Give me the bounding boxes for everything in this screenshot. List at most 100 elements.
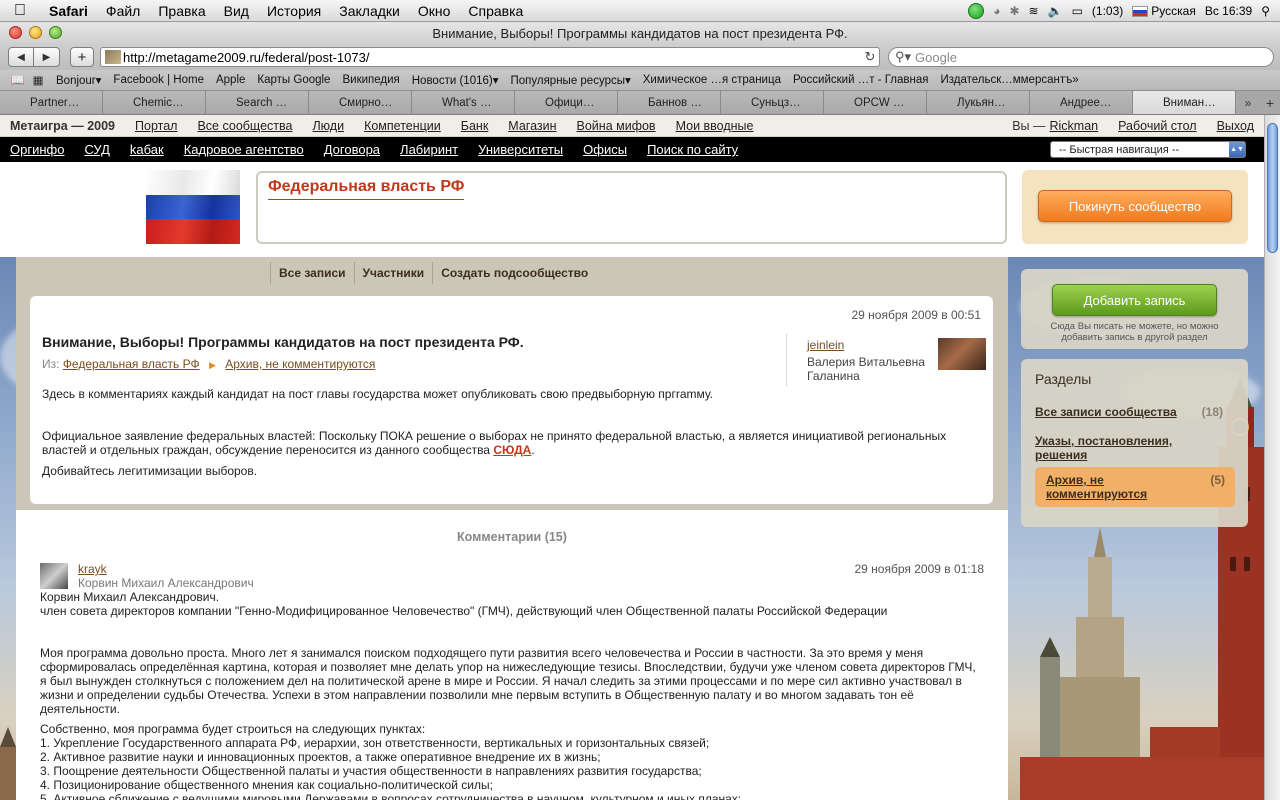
nav-competencies[interactable]: Компетенции bbox=[364, 119, 441, 133]
section-decrees[interactable]: Указы, постановления, решения bbox=[1035, 434, 1235, 462]
leave-community-button[interactable]: Покинуть сообщество bbox=[1038, 190, 1232, 222]
bookmark-item[interactable]: Российский …т - Главная bbox=[787, 74, 935, 86]
bookmark-item[interactable]: Популярные ресурсы▾ bbox=[504, 73, 636, 87]
nav-bank[interactable]: Банк bbox=[461, 119, 489, 133]
timemachine-icon[interactable]: ◕ bbox=[993, 4, 1000, 18]
nav-portal[interactable]: Портал bbox=[135, 119, 177, 133]
bookmark-item[interactable]: Карты Google bbox=[251, 74, 336, 86]
bluetooth-icon[interactable]: ✱ bbox=[1009, 4, 1019, 18]
browser-tab[interactable]: Суньцз… bbox=[721, 91, 824, 114]
forward-icon[interactable]: ▶ bbox=[34, 47, 60, 67]
blacknav-item[interactable]: Кадровое агентство bbox=[184, 142, 304, 157]
section-label[interactable]: Все записи сообщества bbox=[1035, 405, 1180, 419]
post-card: 29 ноября 2009 в 00:51 Внимание, Выборы!… bbox=[30, 296, 993, 504]
section-label[interactable]: Архив, не комментируются bbox=[1046, 473, 1191, 501]
community-title[interactable]: Федеральная власть РФ bbox=[268, 178, 465, 200]
blacknav-item[interactable]: Университеты bbox=[478, 142, 563, 157]
search-field[interactable]: ⚲▾ Google bbox=[888, 47, 1274, 67]
logout-link[interactable]: Выход bbox=[1217, 119, 1254, 133]
blacknav-item[interactable]: kaбак bbox=[130, 142, 164, 157]
address-input[interactable]: http://metagame2009.ru/federal/post-1073… bbox=[123, 50, 861, 65]
nav-myth-war[interactable]: Война мифов bbox=[577, 119, 656, 133]
browser-tab[interactable]: What's … bbox=[412, 91, 515, 114]
add-post-button[interactable]: Добавить запись bbox=[1052, 284, 1217, 316]
section-label[interactable]: Указы, постановления, решения bbox=[1035, 434, 1180, 462]
zoom-window-icon[interactable] bbox=[49, 26, 62, 39]
here-link[interactable]: СЮДА bbox=[493, 443, 531, 457]
section-all-posts[interactable]: Все записи сообщества (18) bbox=[1035, 405, 1235, 419]
new-tab-icon[interactable]: + bbox=[1260, 91, 1280, 114]
minimize-window-icon[interactable] bbox=[29, 26, 42, 39]
reload-icon[interactable]: ↻ bbox=[861, 49, 879, 65]
tab-all-posts[interactable]: Все записи bbox=[270, 261, 354, 284]
scrollbar-thumb[interactable] bbox=[1267, 123, 1278, 253]
browser-tab[interactable]: Лукьян… bbox=[927, 91, 1030, 114]
author-avatar[interactable] bbox=[938, 338, 986, 370]
status-indicator-icon[interactable] bbox=[968, 2, 985, 19]
menu-edit[interactable]: Правка bbox=[149, 3, 214, 19]
from-section-link[interactable]: Архив, не комментируются bbox=[225, 357, 375, 371]
blacknav-item[interactable]: Офисы bbox=[583, 142, 627, 157]
menu-safari[interactable]: Safari bbox=[40, 3, 97, 19]
bookmark-item[interactable]: Bonjour▾ bbox=[50, 73, 107, 87]
volume-icon[interactable]: 🔈 bbox=[1048, 4, 1063, 18]
blacknav-item[interactable]: Лабиринт bbox=[400, 142, 458, 157]
tab-members[interactable]: Участники bbox=[353, 261, 433, 284]
section-archive-active[interactable]: Архив, не комментируются (5) bbox=[1035, 467, 1235, 507]
back-icon[interactable]: ◀ bbox=[8, 47, 34, 67]
from-community-link[interactable]: Федеральная власть РФ bbox=[63, 357, 200, 371]
more-tabs-icon[interactable]: » bbox=[1236, 91, 1260, 114]
blacknav-item[interactable]: СУД bbox=[84, 142, 109, 157]
input-language[interactable]: Русская bbox=[1132, 4, 1196, 18]
battery-icon[interactable]: ▭ bbox=[1072, 4, 1083, 18]
user-link[interactable]: Rickman bbox=[1050, 119, 1099, 133]
bookmark-item[interactable]: Химическое …я страница bbox=[637, 74, 787, 86]
book-icon[interactable]: 📖 bbox=[10, 73, 26, 87]
menu-file[interactable]: Файл bbox=[97, 3, 149, 19]
desk-link[interactable]: Рабочий стол bbox=[1118, 119, 1196, 133]
add-bookmark-icon[interactable]: + bbox=[70, 47, 94, 67]
browser-tab[interactable]: Офици… bbox=[515, 91, 618, 114]
browser-tab[interactable]: Partner… bbox=[0, 91, 103, 114]
clock[interactable]: Вс 16:39 bbox=[1205, 4, 1252, 18]
browser-tab-active[interactable]: Вниман… bbox=[1133, 91, 1236, 114]
address-bar[interactable]: http://metagame2009.ru/federal/post-1073… bbox=[100, 47, 880, 67]
apple-icon[interactable]:  bbox=[0, 2, 40, 20]
tab-create-subcommunity[interactable]: Создать подсообщество bbox=[432, 261, 596, 284]
bookmark-item[interactable]: Apple bbox=[210, 74, 251, 86]
browser-toolbar: ◀ ▶ + http://metagame2009.ru/federal/pos… bbox=[0, 44, 1280, 70]
comment-avatar[interactable] bbox=[40, 563, 68, 589]
browser-tab[interactable]: Андрее… bbox=[1030, 91, 1133, 114]
nav-shop[interactable]: Магазин bbox=[508, 119, 556, 133]
page-scrollbar[interactable] bbox=[1264, 115, 1280, 800]
menu-window[interactable]: Окно bbox=[409, 3, 460, 19]
bookmark-item[interactable]: Википедия bbox=[336, 74, 405, 86]
grid-icon[interactable]: ▦ bbox=[30, 73, 46, 87]
wifi-icon[interactable]: ≋ bbox=[1029, 4, 1039, 18]
blacknav-item[interactable]: Поиск по сайту bbox=[647, 142, 738, 157]
menu-view[interactable]: Вид bbox=[215, 3, 258, 19]
bookmark-item[interactable]: Новости (1016)▾ bbox=[406, 73, 505, 87]
browser-tab[interactable]: OPCW … bbox=[824, 91, 927, 114]
browser-tab[interactable]: Chemic… bbox=[103, 91, 206, 114]
nav-people[interactable]: Люди bbox=[312, 119, 344, 133]
bookmark-item[interactable]: Facebook | Home bbox=[107, 74, 210, 86]
comment-full-name: Корвин Михаил Александрович bbox=[78, 576, 254, 590]
close-window-icon[interactable] bbox=[9, 26, 22, 39]
quick-nav-select[interactable]: -- Быстрая навигация -- ▲▼ bbox=[1050, 141, 1246, 158]
nav-my-inputs[interactable]: Мои вводные bbox=[676, 119, 754, 133]
spotlight-icon[interactable]: ⚲ bbox=[1261, 4, 1270, 18]
battery-time[interactable]: (1:03) bbox=[1092, 4, 1123, 18]
blacknav-item[interactable]: Договора bbox=[324, 142, 380, 157]
browser-tab[interactable]: Search … bbox=[206, 91, 309, 114]
nav-all-communities[interactable]: Все сообщества bbox=[197, 119, 292, 133]
browser-tab[interactable]: Смирно… bbox=[309, 91, 412, 114]
menu-bookmarks[interactable]: Закладки bbox=[330, 3, 409, 19]
menu-help[interactable]: Справка bbox=[459, 3, 532, 19]
site-brand[interactable]: Метаигра — 2009 bbox=[10, 119, 115, 133]
bookmark-item[interactable]: Издательск…ммерсантъ» bbox=[934, 74, 1084, 86]
comment-nick-link[interactable]: krayk bbox=[78, 562, 107, 576]
blacknav-item[interactable]: Оргинфо bbox=[10, 142, 64, 157]
browser-tab[interactable]: Баннов … bbox=[618, 91, 721, 114]
menu-history[interactable]: История bbox=[258, 3, 330, 19]
